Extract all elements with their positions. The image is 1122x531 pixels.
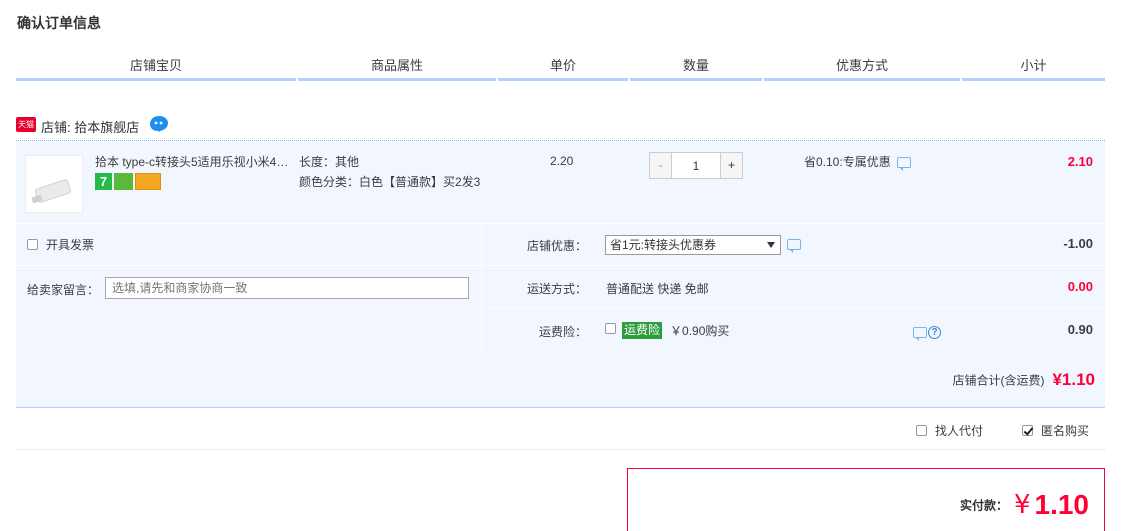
proxy-pay-label: 找人代付 xyxy=(935,424,984,438)
coupon-comment-icon[interactable] xyxy=(787,239,801,253)
insurance-checkbox[interactable] xyxy=(605,323,616,334)
shop-row: 天猫 店铺: 拾本旗舰店 xyxy=(16,114,1105,141)
extra-options: 找人代付 匿名购买 xyxy=(16,408,1105,450)
memo-label: 给卖家留言： xyxy=(27,283,100,297)
payment-line: 实付款： ¥1.10 xyxy=(960,489,1089,521)
column-subtotal: 小计 xyxy=(962,58,1105,81)
column-attributes: 商品属性 xyxy=(298,58,496,81)
insurance-row: 运费险： 运费险 ￥0.90购买 ? 0.90 xyxy=(483,310,1105,352)
options-right: 店铺优惠： 省1元:转接头优惠券 -1.00 运送方式： 普通配送 快递 免邮 … xyxy=(483,224,1105,351)
anonymous-buy-option[interactable]: 匿名购买 xyxy=(1022,422,1089,439)
page-title: 确认订单信息 xyxy=(17,15,101,31)
invoice-checkbox[interactable] xyxy=(27,239,38,250)
quantity-input[interactable] xyxy=(673,153,719,178)
discount-text: 省0.10:专属优惠 xyxy=(804,155,891,169)
insurance-icons: ? xyxy=(913,325,941,342)
proxy-pay-checkbox[interactable] xyxy=(916,425,927,436)
insurance-comment-icon[interactable] xyxy=(913,327,927,342)
insurance-badge: 运费险 xyxy=(622,322,663,339)
column-quantity: 数量 xyxy=(630,58,762,81)
invoice-row: 开具发票 xyxy=(16,224,482,266)
guarantee-shield-icon[interactable] xyxy=(114,173,133,190)
payment-summary: 实付款： ¥1.10 xyxy=(627,468,1105,531)
item-subtotal: 2.10 xyxy=(1067,154,1093,169)
product-title-link[interactable]: 拾本 type-c转接头5适用乐视小米4c手机数据线 xyxy=(95,153,290,170)
currency-symbol: ¥ xyxy=(1013,490,1031,520)
quantity-increase-button[interactable]: + xyxy=(720,153,742,178)
shop-total-amount: ¥1.10 xyxy=(1052,370,1095,389)
column-shop-item: 店铺宝贝 xyxy=(16,58,296,81)
proxy-pay-option[interactable]: 找人代付 xyxy=(916,422,983,439)
attr-length: 长度：其他 xyxy=(299,155,360,169)
unit-price: 2.20 xyxy=(550,154,574,168)
insurance-option[interactable]: 运费险 ￥0.90购买 xyxy=(605,322,729,339)
wangwang-chat-icon[interactable] xyxy=(149,115,169,133)
insurance-label: 运费险： xyxy=(538,325,587,339)
payment-amount: 1.10 xyxy=(1034,489,1090,520)
shipping-amount: 0.00 xyxy=(1067,279,1093,294)
shop-discount-select[interactable]: 省1元:转接头优惠券 xyxy=(605,235,781,255)
shop-discount-label: 店铺优惠： xyxy=(526,239,587,253)
shop-discount-selected: 省1元:转接头优惠券 xyxy=(610,238,717,252)
anonymous-buy-label: 匿名购买 xyxy=(1041,424,1090,438)
shipping-label: 运送方式： xyxy=(526,282,587,296)
options-left: 开具发票 给卖家留言： xyxy=(16,224,482,351)
service-icons: 7 xyxy=(95,173,163,191)
invoice-label: 开具发票 xyxy=(46,238,95,252)
dropdown-arrow-icon xyxy=(767,242,775,248)
column-price: 单价 xyxy=(498,58,628,81)
order-item-row: 拾本 type-c转接头5适用乐视小米4c手机数据线 7 长度：其他 颜色分类：… xyxy=(16,141,1105,224)
invoice-option[interactable]: 开具发票 xyxy=(27,236,94,253)
credit-card-icon[interactable] xyxy=(135,173,161,190)
column-headers: 店铺宝贝 商品属性 单价 数量 优惠方式 小计 xyxy=(16,58,1105,81)
order-options: 开具发票 给卖家留言： 店铺优惠： 省1元:转接头优惠券 -1.00 运送方式：… xyxy=(16,224,1105,408)
product-thumbnail[interactable] xyxy=(25,155,83,213)
tmall-badge-icon: 天猫 xyxy=(16,117,36,132)
quantity-stepper: - + xyxy=(649,152,743,179)
insurance-price: ￥0.90购买 xyxy=(670,324,730,338)
help-icon[interactable]: ? xyxy=(928,326,941,340)
discount-info: 省0.10:专属优惠 xyxy=(804,153,911,172)
shop-total-label: 店铺合计(含运费) xyxy=(952,373,1045,388)
shipping-method: 普通配送 快递 免邮 xyxy=(606,282,709,296)
column-discount: 优惠方式 xyxy=(764,58,960,81)
quantity-decrease-button[interactable]: - xyxy=(650,153,672,178)
insurance-amount: 0.90 xyxy=(1067,322,1093,337)
shop-discount-amount: -1.00 xyxy=(1063,236,1093,251)
shop-name-link[interactable]: 店铺: 拾本旗舰店 xyxy=(41,117,139,136)
memo-input[interactable] xyxy=(105,277,469,299)
anonymous-buy-checkbox[interactable] xyxy=(1022,425,1033,436)
payment-label: 实付款： xyxy=(959,498,1008,513)
discount-comment-icon[interactable] xyxy=(896,157,911,172)
shop-discount-row: 店铺优惠： 省1元:转接头优惠券 -1.00 xyxy=(483,224,1105,266)
attr-color: 颜色分类：白色【普通款】买2发3 xyxy=(299,175,481,189)
shop-total: 店铺合计(含运费) ¥1.10 xyxy=(952,370,1095,390)
shipping-row: 运送方式： 普通配送 快递 免邮 0.00 xyxy=(483,267,1105,309)
seven-day-return-icon[interactable]: 7 xyxy=(95,173,112,190)
